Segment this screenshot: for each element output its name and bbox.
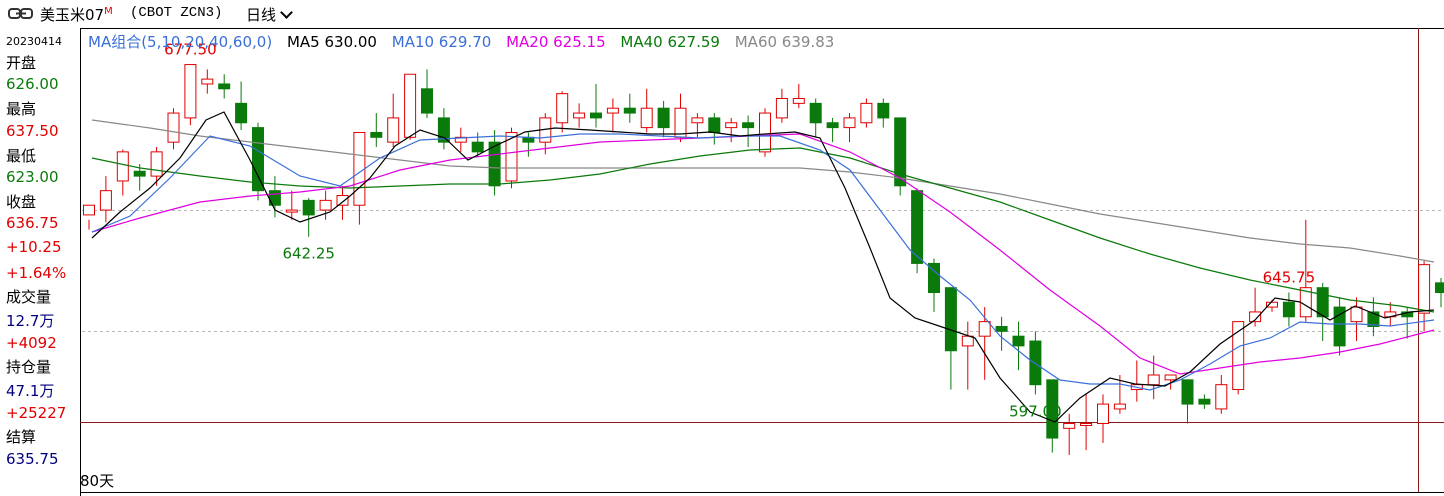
- candle-up: [556, 93, 569, 124]
- candle-up: [184, 64, 197, 119]
- candle-down: [1316, 287, 1329, 318]
- candle-up: [1350, 306, 1363, 323]
- candle-up: [99, 190, 112, 211]
- ma60-legend: MA60 639.83: [734, 33, 835, 51]
- candle-down: [421, 88, 433, 114]
- price-annotation-high: 645.75: [1263, 269, 1316, 287]
- candle-up: [319, 199, 332, 211]
- candle-up: [1063, 422, 1076, 429]
- candle-up: [691, 117, 704, 124]
- ma20-legend: MA20 625.15: [506, 33, 606, 51]
- candle-down: [235, 102, 248, 124]
- candle-up: [201, 78, 214, 85]
- candle-up: [336, 195, 349, 206]
- candle-up: [116, 151, 129, 182]
- candle-down: [742, 122, 755, 129]
- candle-up: [640, 107, 653, 129]
- ma-legend: MA组合(5,10,20,40,60,0) MA5 630.00 MA10 62…: [88, 31, 844, 52]
- candle-up: [674, 107, 687, 138]
- annotations-group: 677.50642.25597.00645.75: [164, 41, 1315, 421]
- candle-down: [826, 122, 839, 129]
- candle-up: [285, 209, 298, 213]
- ma10-legend: MA10 629.70: [391, 33, 492, 51]
- candle-up: [759, 112, 771, 153]
- candle-up: [1164, 374, 1177, 381]
- candle-up: [387, 117, 400, 143]
- candle-up: [353, 131, 366, 206]
- candle-up: [860, 102, 873, 124]
- candle-up: [404, 73, 417, 138]
- candle-up: [775, 98, 788, 119]
- candle-up: [1147, 374, 1160, 386]
- candle-down: [657, 107, 670, 129]
- candle-down: [1029, 340, 1042, 386]
- ma5-legend: MA5 630.00: [286, 33, 377, 51]
- candle-up: [1097, 403, 1109, 424]
- candle-up: [83, 204, 95, 216]
- candle-down: [218, 83, 231, 90]
- candle-down: [708, 117, 721, 133]
- candle-up: [1113, 403, 1126, 410]
- candlestick-chart[interactable]: 677.50642.25597.00645.75: [0, 0, 1444, 496]
- candle-up: [978, 321, 991, 337]
- candle-up: [843, 117, 856, 129]
- candle-up: [573, 112, 586, 119]
- candle-up: [606, 107, 619, 114]
- candle-down: [809, 102, 822, 124]
- candle-up: [167, 112, 180, 143]
- candle-down: [623, 107, 636, 114]
- candle-up: [725, 122, 738, 129]
- candle-down: [1435, 282, 1444, 294]
- candle-down: [1181, 379, 1194, 405]
- candle-down: [302, 199, 315, 216]
- candle-down: [590, 112, 602, 119]
- candle-down: [133, 170, 146, 177]
- price-annotation-low: 642.25: [282, 245, 335, 263]
- candle-up: [150, 151, 163, 177]
- candle-down: [252, 127, 264, 192]
- candle-down: [370, 131, 383, 138]
- candle-up: [1080, 422, 1093, 426]
- candle-up: [792, 98, 805, 104]
- candle-down: [1282, 301, 1295, 318]
- candle-up: [1418, 264, 1431, 314]
- ma-group-label[interactable]: MA组合(5,10,20,40,60,0): [88, 33, 272, 51]
- candle-down: [995, 325, 1008, 332]
- candle-up: [961, 335, 974, 347]
- candle-down: [877, 102, 890, 119]
- price-annotation-low: 597.00: [1009, 402, 1062, 420]
- candle-up: [1215, 384, 1228, 410]
- candle-down: [1012, 335, 1025, 347]
- candle-down: [1198, 398, 1211, 405]
- candle-down: [471, 141, 484, 153]
- day-count: 80天: [80, 472, 115, 490]
- ma40-legend: MA40 627.59: [620, 33, 720, 51]
- candle-down: [944, 287, 957, 352]
